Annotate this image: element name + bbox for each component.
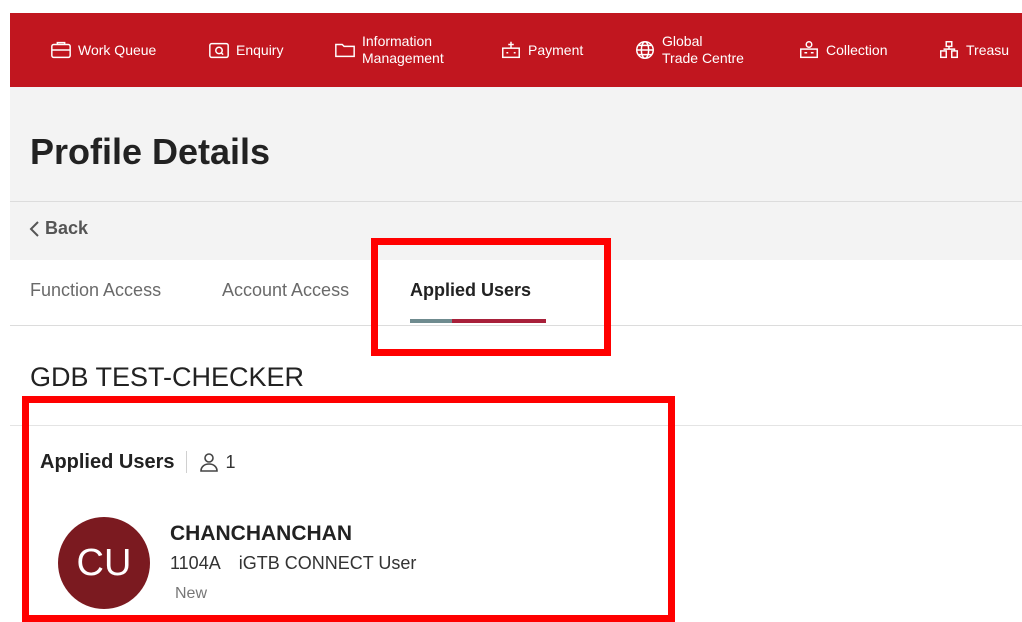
nav-item-payment[interactable]: Payment [500, 13, 583, 87]
folder-icon [335, 43, 355, 58]
nav-label: Payment [528, 41, 584, 58]
nav-label: Work Queue [78, 41, 157, 58]
payment-icon [502, 41, 520, 59]
collection-icon [800, 41, 818, 59]
globe-icon [636, 41, 654, 59]
role-name: GDB TEST-CHECKER [30, 362, 305, 392]
nav-item-information-management[interactable]: Information Management [334, 13, 444, 87]
nav-label-line1: Information [362, 33, 433, 49]
briefcase-icon [51, 41, 71, 59]
page-header: Profile Details Back [10, 87, 1022, 260]
nav-label-line2: Management [362, 50, 444, 66]
nav-label-line2: Trade Centre [662, 50, 744, 66]
treasury-icon [940, 41, 958, 59]
back-link[interactable]: Back [28, 218, 88, 239]
nav-label-line1: Global [662, 33, 703, 49]
chevron-left-icon [29, 220, 39, 237]
nav-item-treasury[interactable]: Treasu [938, 13, 1009, 87]
page-title: Profile Details [30, 131, 271, 172]
back-label: Back [45, 218, 89, 238]
tab-function-access[interactable]: Function Access [30, 280, 161, 301]
nav-item-global-trade-centre[interactable]: Global Trade Centre [634, 13, 744, 87]
nav-item-enquiry[interactable]: Enquiry [208, 13, 283, 87]
nav-item-work-queue[interactable]: Work Queue [50, 13, 156, 87]
highlight-box-applied-users-tab [371, 238, 611, 356]
top-navigation-bar: Work Queue Enquiry Information Managemen… [10, 13, 1022, 87]
nav-label: Enquiry [236, 41, 284, 58]
tab-account-access[interactable]: Account Access [222, 280, 349, 301]
nav-label: Collection [826, 41, 888, 58]
enquiry-icon [209, 42, 229, 59]
nav-item-collection[interactable]: Collection [798, 13, 887, 87]
header-divider [10, 201, 1022, 202]
nav-label: Treasu [966, 41, 1010, 58]
highlight-box-applied-users-section [22, 396, 675, 622]
